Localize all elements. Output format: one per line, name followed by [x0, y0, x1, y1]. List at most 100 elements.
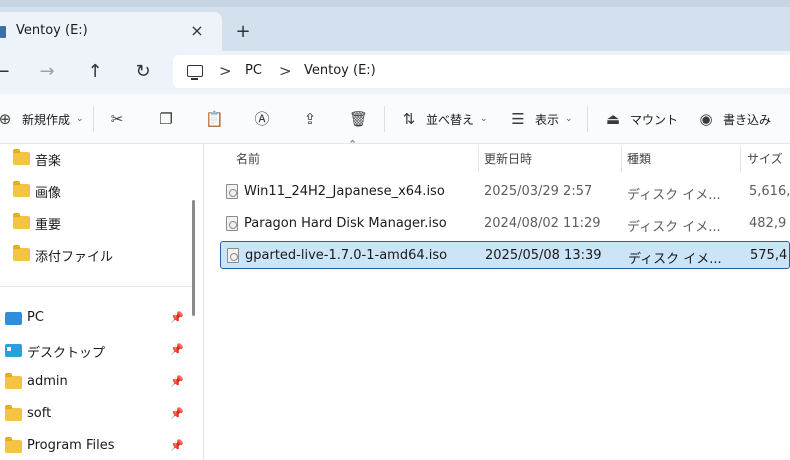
- sidebar-item-attachments[interactable]: 添付ファイル: [0, 242, 190, 268]
- address-bar[interactable]: > PC > Ventoy (E:): [173, 55, 790, 88]
- folder-icon: [5, 437, 22, 453]
- sidebar-item-label: Program Files: [27, 438, 115, 453]
- file-size: 575,4: [750, 248, 788, 263]
- column-header-label: 種類: [627, 152, 652, 166]
- divider: [384, 106, 385, 132]
- file-date: 2025/03/29 2:57: [484, 184, 593, 199]
- folder-icon: [13, 245, 30, 261]
- mount-button[interactable]: ⏏ マウント: [604, 94, 678, 144]
- column-header-type[interactable]: 種類: [622, 144, 740, 172]
- breadcrumb-ventoy[interactable]: Ventoy (E:): [304, 63, 376, 78]
- desktop-icon: [5, 344, 22, 357]
- pin-icon[interactable]: 📌: [170, 343, 184, 356]
- sidebar-item-label: 重要: [35, 218, 62, 233]
- file-date: 2024/08/02 11:29: [484, 216, 601, 231]
- plus-icon: ⊕: [0, 110, 12, 128]
- cut-button[interactable]: ✂: [108, 94, 126, 144]
- file-row[interactable]: Win11_24H2_Japanese_x64.iso 2025/03/29 2…: [220, 178, 790, 206]
- tab-strip: Ventoy (E:) × +: [0, 0, 790, 52]
- tab-ventoy[interactable]: Ventoy (E:) ×: [0, 12, 222, 52]
- pin-icon[interactable]: 📌: [170, 439, 184, 452]
- refresh-button[interactable]: ↻: [129, 59, 157, 85]
- breadcrumb-separator[interactable]: >: [219, 62, 232, 80]
- view-button[interactable]: ☰ 表示 ⌄: [509, 94, 572, 144]
- file-type: ディスク イメ...: [627, 220, 721, 235]
- breadcrumb-separator[interactable]: >: [279, 62, 292, 80]
- chevron-down-icon: ⌄: [76, 114, 84, 124]
- sidebar-item-label: 添付ファイル: [35, 250, 114, 265]
- sidebar-item-label: 音楽: [35, 154, 62, 169]
- sidebar-item-important[interactable]: 重要: [0, 210, 190, 236]
- paste-icon: 📋: [205, 110, 224, 128]
- sidebar-item-music[interactable]: 音楽: [0, 146, 190, 172]
- pin-icon[interactable]: 📌: [170, 311, 184, 324]
- rename-button[interactable]: Ⓐ: [253, 94, 271, 144]
- column-header-label: 更新日時: [484, 152, 533, 166]
- folder-icon: [13, 181, 30, 197]
- sidebar-item-label: admin: [27, 374, 68, 389]
- file-row-selected[interactable]: gparted-live-1.7.0-1-amd64.iso 2025/05/0…: [220, 241, 790, 269]
- delete-button[interactable]: 🗑: [349, 94, 369, 144]
- address-row: ← → ↑ ↻ > PC > Ventoy (E:): [0, 51, 790, 94]
- close-tab-icon[interactable]: ×: [186, 20, 208, 42]
- file-type: ディスク イメ...: [627, 188, 721, 203]
- chevron-down-icon: ⌄: [480, 114, 488, 124]
- sidebar-item-pictures[interactable]: 画像: [0, 178, 190, 204]
- pin-icon[interactable]: 📌: [170, 407, 184, 420]
- sidebar-item-label: デスクトップ: [27, 346, 106, 361]
- tab-title: Ventoy (E:): [16, 23, 88, 38]
- column-header-label: 名前: [236, 152, 261, 166]
- file-name: gparted-live-1.7.0-1-amd64.iso: [245, 248, 448, 263]
- sidebar-item-soft[interactable]: soft 📌: [0, 402, 190, 428]
- column-header-name[interactable]: 名前: [220, 144, 478, 172]
- folder-icon: [5, 405, 22, 421]
- sidebar-divider: [0, 286, 192, 287]
- pc-icon: [5, 312, 22, 325]
- copy-button[interactable]: ❐: [157, 94, 175, 144]
- file-list: ⌃ 名前 更新日時 種類 サイズ Win11_24H2_Japanese_x64…: [204, 138, 790, 460]
- sidebar-scrollbar[interactable]: [192, 200, 195, 316]
- up-button[interactable]: ↑: [81, 59, 109, 85]
- back-button[interactable]: ←: [0, 59, 16, 85]
- sort-label: 並べ替え: [426, 112, 475, 127]
- forward-button[interactable]: →: [33, 59, 61, 85]
- column-header-size[interactable]: サイズ: [741, 144, 790, 172]
- sort-icon: ⇅: [402, 110, 416, 128]
- sidebar-item-label: soft: [27, 406, 52, 421]
- share-icon: ⇪: [303, 110, 317, 128]
- rename-icon: Ⓐ: [254, 110, 270, 128]
- sidebar-item-label: 画像: [35, 186, 62, 201]
- new-label: 新規作成: [22, 112, 71, 127]
- command-bar: ⊕ 新規作成 ⌄ ✂ ❐ 📋 Ⓐ ⇪ 🗑 ⇅ 並べ替え ⌄ ☰ 表示 ⌄ ⏏ マ…: [0, 94, 790, 144]
- sidebar-item-desktop[interactable]: デスクトップ 📌: [0, 338, 190, 364]
- file-name: Paragon Hard Disk Manager.iso: [244, 216, 447, 231]
- copy-icon: ❐: [159, 110, 173, 128]
- disc-image-file-icon: [226, 216, 238, 231]
- scissors-icon: ✂: [110, 110, 124, 128]
- sort-button[interactable]: ⇅ 並べ替え ⌄: [400, 94, 488, 144]
- sidebar-item-program-files[interactable]: Program Files 📌: [0, 434, 190, 460]
- folder-icon: [13, 213, 30, 229]
- new-button[interactable]: ⊕ 新規作成 ⌄: [0, 94, 84, 144]
- navigation-pane: 音楽 画像 重要 添付ファイル PC 📌 デスクトップ 📌 admin 📌 so…: [0, 144, 192, 460]
- folder-icon: [13, 149, 30, 165]
- column-header-date[interactable]: 更新日時: [479, 144, 621, 172]
- burn-label: 書き込み: [723, 112, 772, 127]
- file-size: 482,9: [749, 216, 787, 231]
- paste-button[interactable]: 📋: [205, 94, 224, 144]
- file-row[interactable]: Paragon Hard Disk Manager.iso 2024/08/02…: [220, 210, 790, 238]
- divider: [587, 106, 588, 132]
- disc-image-file-icon: [226, 184, 238, 199]
- sidebar-item-pc[interactable]: PC 📌: [0, 306, 190, 332]
- new-tab-button[interactable]: +: [231, 20, 255, 44]
- burn-button[interactable]: ◉ 書き込み: [697, 94, 771, 144]
- divider: [93, 106, 94, 132]
- monitor-icon[interactable]: [187, 65, 203, 80]
- sidebar-item-admin[interactable]: admin 📌: [0, 370, 190, 396]
- column-header-label: サイズ: [747, 152, 783, 166]
- trash-icon: 🗑: [349, 110, 369, 128]
- pin-icon[interactable]: 📌: [170, 375, 184, 388]
- breadcrumb-pc[interactable]: PC: [245, 63, 262, 78]
- sidebar-item-label: PC: [27, 310, 44, 325]
- share-button[interactable]: ⇪: [301, 94, 319, 144]
